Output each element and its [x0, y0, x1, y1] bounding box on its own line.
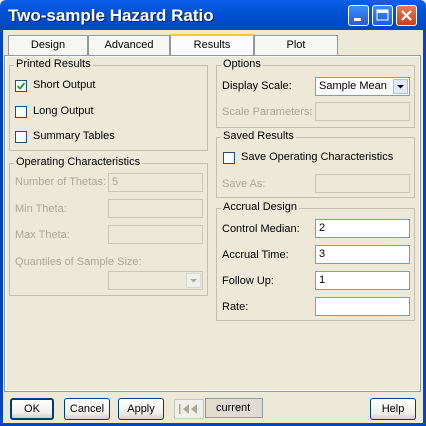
chevron-down-icon — [397, 85, 404, 89]
short-output-label[interactable]: Short Output — [33, 79, 95, 91]
tab-design[interactable]: Design — [8, 35, 88, 55]
display-scale-select[interactable]: Sample Mean — [315, 77, 410, 96]
summary-tables-label[interactable]: Summary Tables — [33, 130, 115, 142]
summary-tables-checkbox[interactable] — [15, 131, 27, 143]
rate-field[interactable] — [315, 297, 410, 316]
quantiles-label: Quantiles of Sample Size: — [15, 256, 142, 268]
current-label: current — [205, 398, 263, 418]
options-title: Options — [221, 58, 263, 70]
max-theta-field[interactable] — [108, 225, 203, 244]
save-oc-label[interactable]: Save Operating Characteristics — [241, 151, 393, 163]
scale-parameters-label: Scale Parameters: — [222, 106, 313, 118]
number-of-thetas-label: Number of Thetas: — [15, 176, 106, 188]
quantiles-select[interactable] — [108, 271, 203, 290]
tab-label: Results — [193, 39, 231, 51]
save-oc-checkbox[interactable] — [223, 152, 235, 164]
tab-advanced[interactable]: Advanced — [88, 35, 170, 55]
max-theta-label: Max Theta: — [15, 229, 70, 241]
control-median-field[interactable]: 2 — [315, 219, 410, 238]
accrual-time-field[interactable]: 3 — [315, 245, 410, 264]
checkmark-icon — [16, 82, 26, 90]
minimize-icon — [354, 18, 361, 21]
save-as-label: Save As: — [222, 178, 266, 190]
close-button[interactable] — [396, 5, 417, 26]
rate-label: Rate: — [222, 301, 249, 313]
help-button[interactable]: Help — [370, 398, 416, 420]
control-median-label: Control Median: — [222, 223, 300, 235]
nav-prev-icon — [179, 404, 197, 414]
cancel-button[interactable]: Cancel — [64, 398, 110, 420]
window-title: Two-sample Hazard Ratio — [8, 6, 214, 25]
tab-plot[interactable]: Plot — [254, 35, 338, 55]
chevron-down-icon — [190, 279, 197, 283]
display-scale-label: Display Scale: — [222, 80, 292, 92]
apply-button[interactable]: Apply — [118, 398, 164, 420]
save-as-field[interactable] — [315, 174, 410, 193]
operating-characteristics-title: Operating Characteristics — [14, 156, 143, 168]
close-icon — [401, 10, 412, 21]
min-theta-label: Min Theta: — [15, 203, 67, 215]
long-output-label[interactable]: Long Output — [33, 105, 94, 117]
tab-label: Plot — [286, 39, 306, 51]
min-theta-field[interactable] — [108, 199, 203, 218]
minimize-button[interactable] — [348, 5, 369, 26]
display-scale-value: Sample Mean — [319, 80, 387, 92]
printed-results-title: Printed Results — [14, 58, 93, 70]
follow-up-field[interactable]: 1 — [315, 271, 410, 290]
quantiles-dropdown-button[interactable] — [186, 273, 201, 288]
tab-label: Advanced — [104, 39, 154, 51]
number-of-thetas-field[interactable]: 5 — [108, 173, 203, 192]
accrual-design-title: Accrual Design — [221, 201, 299, 213]
maximize-icon — [376, 9, 389, 21]
tab-results[interactable]: Results — [170, 34, 254, 56]
follow-up-label: Follow Up: — [222, 275, 274, 287]
title-bar[interactable]: Two-sample Hazard Ratio — [0, 0, 426, 30]
long-output-checkbox[interactable] — [15, 106, 27, 118]
tab-label: Design — [30, 39, 66, 51]
nav-prev-button[interactable] — [174, 399, 204, 419]
ok-button[interactable]: OK — [10, 398, 54, 420]
maximize-button[interactable] — [372, 5, 393, 26]
scale-parameters-field[interactable] — [315, 102, 410, 121]
short-output-checkbox[interactable] — [15, 80, 27, 92]
display-scale-dropdown-button[interactable] — [393, 79, 408, 94]
saved-results-title: Saved Results — [221, 130, 296, 142]
accrual-time-label: Accrual Time: — [222, 249, 289, 261]
